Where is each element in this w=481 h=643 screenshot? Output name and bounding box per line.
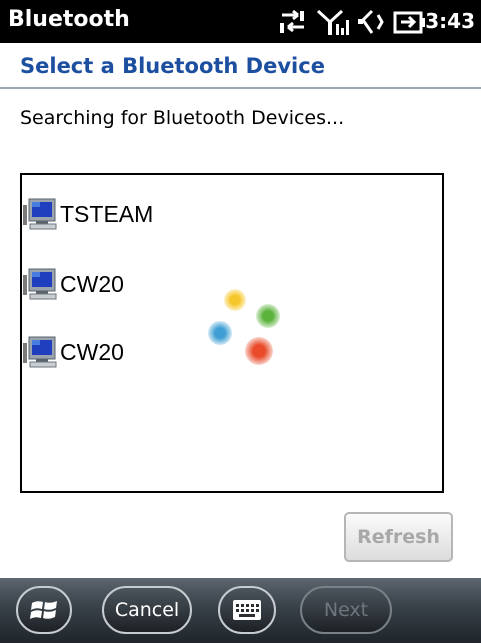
bottom-bar: Cancel Next — [0, 578, 481, 643]
spinner-dot — [224, 289, 246, 311]
data-sync-icon — [280, 9, 304, 33]
device-name: TSTEAM — [60, 200, 154, 227]
list-item[interactable]: TSTEAM — [22, 194, 153, 234]
refresh-button[interactable]: Refresh — [344, 512, 453, 562]
signal-icon[interactable] — [316, 8, 350, 36]
next-button-label: Next — [323, 599, 369, 621]
device-name: CW20 — [60, 338, 124, 365]
cancel-button-label: Cancel — [114, 599, 180, 621]
computer-icon — [23, 336, 57, 368]
keyboard-button[interactable] — [218, 586, 276, 634]
windows-start-icon — [30, 601, 57, 619]
battery-charging-icon[interactable] — [392, 8, 426, 36]
spinner-dot — [245, 337, 273, 365]
next-button[interactable]: Next — [300, 586, 392, 634]
clock[interactable]: 3:43 — [425, 9, 475, 33]
search-status-text: Searching for Bluetooth Devices... — [20, 107, 345, 129]
cancel-button[interactable]: Cancel — [102, 586, 192, 634]
speaker-icon[interactable] — [356, 8, 386, 36]
status-bar: Bluetooth 3:43 — [0, 0, 481, 43]
page-title: Select a Bluetooth Device — [20, 54, 325, 78]
spinner-dot — [256, 304, 280, 328]
list-item[interactable]: CW20 — [22, 264, 124, 304]
device-name: CW20 — [60, 270, 124, 297]
computer-icon — [23, 198, 57, 230]
list-item[interactable]: CW20 — [22, 332, 124, 372]
app-title: Bluetooth — [8, 7, 130, 32]
page-header: Select a Bluetooth Device — [0, 43, 481, 89]
device-list[interactable]: TSTEAM CW20 CW20 — [20, 173, 444, 493]
start-button[interactable] — [16, 586, 72, 634]
loading-spinner-icon — [202, 285, 292, 375]
computer-icon — [23, 268, 57, 300]
spinner-dot — [208, 321, 232, 345]
refresh-button-label: Refresh — [357, 526, 440, 548]
keyboard-icon — [233, 600, 261, 620]
